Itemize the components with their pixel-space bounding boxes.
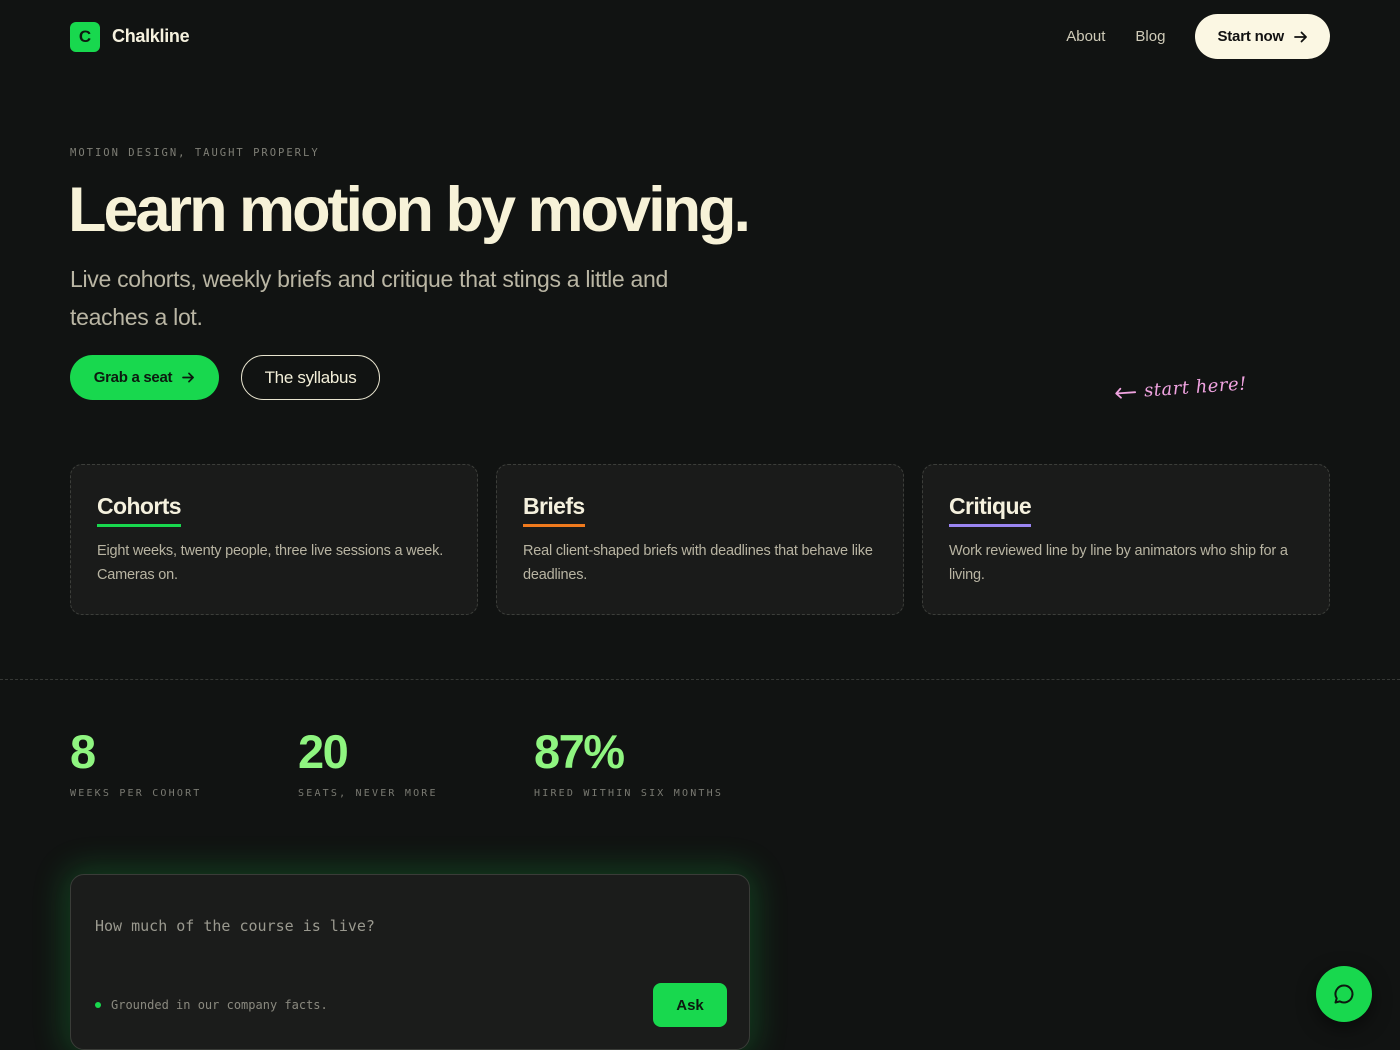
card-title: Critique [949, 493, 1032, 527]
site-header: C Chalkline About Blog Start now [70, 14, 1330, 59]
syllabus-button[interactable]: The syllabus [241, 355, 380, 400]
stat-label: HIRED WITHIN SIX MONTHS [534, 787, 724, 799]
nav-link-about[interactable]: About [1066, 28, 1105, 45]
status-dot-icon [95, 1002, 101, 1008]
stat-value: 8 [70, 725, 96, 778]
hero-title: Learn motion by moving. [68, 175, 751, 245]
chat-button[interactable] [1316, 966, 1372, 1022]
grounding-note-text: Grounded in our company facts. [111, 998, 328, 1012]
logo-mark: C [70, 21, 100, 52]
ask-widget: How much of the course is live? Grounded… [70, 874, 750, 1050]
stat-value: 87% [534, 725, 625, 778]
syllabus-label: The syllabus [264, 367, 357, 387]
arrow-right-icon [182, 372, 195, 383]
feature-card-cohorts: Cohorts Eight weeks, twenty people, thre… [70, 464, 478, 615]
section-divider [0, 679, 1400, 680]
ask-input[interactable]: How much of the course is live? [95, 917, 375, 935]
grounding-note: Grounded in our company facts. [95, 998, 328, 1012]
card-body: Work reviewed line by line by animators … [949, 543, 1288, 583]
feature-card-briefs: Briefs Real client-shaped briefs with de… [496, 464, 904, 615]
grab-a-seat-label: Grab a seat [93, 369, 173, 386]
stat-seats: 20 SEATS, NEVER MORE [298, 726, 438, 799]
chat-bubble-icon [1334, 984, 1354, 1004]
card-body: Eight weeks, twenty people, three live s… [97, 543, 444, 583]
arrow-right-icon [1294, 31, 1307, 42]
card-body: Real client-shaped briefs with deadlines… [523, 543, 873, 583]
feature-card-critique: Critique Work reviewed line by line by a… [922, 464, 1330, 615]
stat-label: SEATS, NEVER MORE [298, 787, 438, 799]
nav-link-blog[interactable]: Blog [1135, 28, 1165, 45]
ask-button[interactable]: Ask [653, 983, 727, 1027]
hero-eyebrow: MOTION DESIGN, TAUGHT PROPERLY [70, 147, 320, 159]
landing-page: C Chalkline About Blog Start now MOTION … [0, 0, 1400, 1050]
brand[interactable]: C Chalkline [70, 21, 190, 52]
start-now-label: Start now [1217, 28, 1284, 45]
start-here-annotation: start here! [1113, 373, 1248, 403]
brand-name: Chalkline [112, 26, 190, 46]
annotation-text: start here! [1143, 373, 1248, 402]
grab-a-seat-button[interactable]: Grab a seat [70, 355, 219, 400]
stat-hired: 87% HIRED WITHIN SIX MONTHS [534, 726, 723, 799]
stat-label: WEEKS PER COHORT [70, 787, 202, 799]
stat-value: 20 [298, 725, 349, 778]
arrow-left-icon [1115, 387, 1137, 399]
start-now-button[interactable]: Start now [1195, 14, 1330, 59]
card-title: Cohorts [97, 493, 182, 527]
stat-weeks: 8 WEEKS PER COHORT [70, 726, 202, 799]
card-title: Briefs [523, 493, 585, 527]
hero-subtitle: Live cohorts, weekly briefs and critique… [70, 266, 668, 330]
main-nav: About Blog Start now [1066, 14, 1330, 59]
